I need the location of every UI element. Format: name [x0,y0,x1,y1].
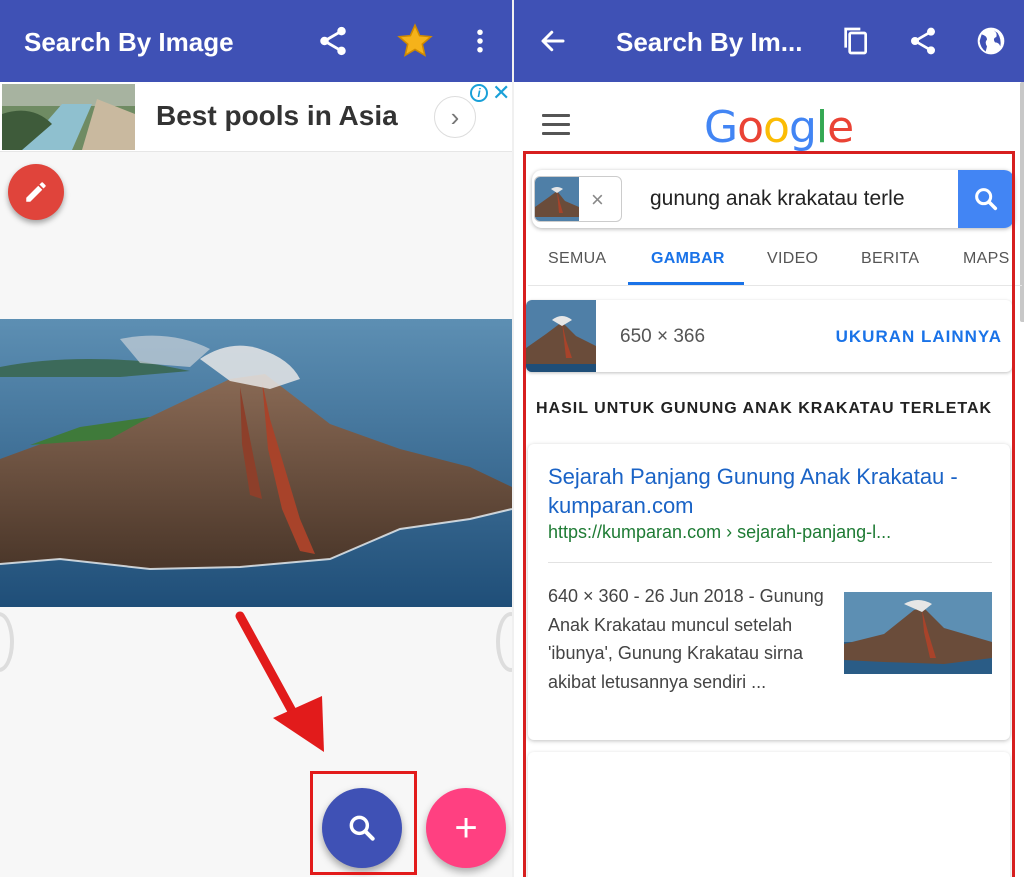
add-image-button[interactable]: + [426,788,506,868]
google-logo: Google [704,102,854,153]
right-nav-hint [496,612,512,672]
left-app-title: Search By Image [24,27,234,57]
ad-thumbnail [2,84,135,150]
pencil-icon [26,182,46,202]
right-results-screen: Search By Im... Google × gunung anak kra… [512,0,1024,877]
ad-info-icon[interactable]: i [470,84,488,102]
left-app-bar: Search By Image [0,0,512,82]
copy-icon[interactable] [836,22,874,60]
ad-title: Best pools in Asia [156,100,398,131]
scrollbar-thumb[interactable] [1020,82,1024,322]
search-button-highlight [310,771,417,875]
left-app-screen: Search By Image Best pools in Asia i ✕ › [0,0,512,877]
results-highlight [523,151,1015,877]
back-arrow-icon[interactable] [534,22,572,60]
menu-icon[interactable] [542,114,570,141]
share-icon[interactable] [314,22,352,60]
edit-button[interactable] [8,164,64,220]
google-header: Google [514,82,1024,153]
red-arrow-annotation [235,611,324,752]
right-app-title: Search By Im... [616,27,803,57]
right-app-bar: Search By Im... [514,0,1024,82]
share-icon[interactable] [904,22,942,60]
globe-icon[interactable] [972,22,1010,60]
left-nav-hint [0,612,14,672]
selected-image [0,319,512,607]
ad-chevron-right-icon[interactable]: › [434,96,476,138]
more-vert-icon[interactable] [461,22,499,60]
ad-close-icon[interactable]: ✕ [492,80,510,106]
star-icon[interactable] [396,22,434,60]
